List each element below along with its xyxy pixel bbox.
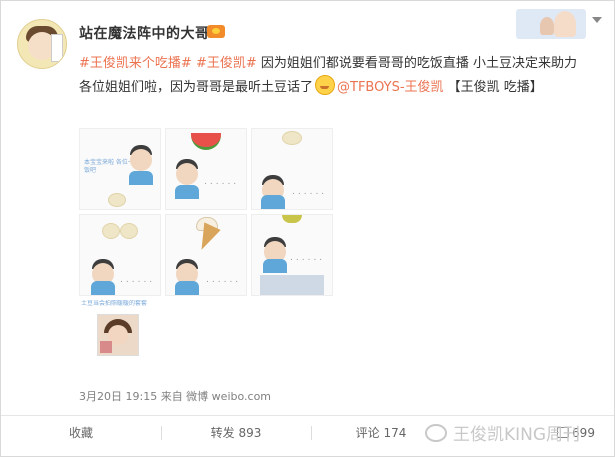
repost-button[interactable]: 转发 893 <box>161 416 311 450</box>
profile-banner-image <box>516 9 586 39</box>
photo-strip <box>260 275 324 295</box>
favorite-button[interactable]: 收藏 <box>1 416 161 450</box>
image-thumbnail[interactable]: 本宝宝来啦 各位一起吃个饭吧 <box>79 128 161 210</box>
thumb-dots: ...... <box>290 253 326 263</box>
post-link-text[interactable]: 【王俊凯 吃播】 <box>448 80 543 95</box>
watermark-text: 王俊凯KING周刊 <box>453 425 581 445</box>
vip-badge-icon[interactable] <box>207 25 225 38</box>
figure-shirt <box>261 195 285 209</box>
blush-emoji-icon <box>315 75 336 95</box>
image-thumbnail[interactable]: ...... <box>165 128 247 210</box>
thumb-caption: 土豆当会拍照暖暖的套套 <box>81 300 148 307</box>
food-image <box>120 223 138 239</box>
figure-shirt <box>263 259 287 273</box>
avatar-tag <box>51 34 63 62</box>
hashtag-link[interactable]: #王俊凯# <box>196 56 257 71</box>
banner-figure <box>540 17 554 35</box>
action-bar: 收藏 转发 893 评论 174 699 王俊凯KING周刊 <box>1 415 614 450</box>
figure-shirt <box>175 185 199 199</box>
mention-link[interactable]: @TFBOYS-王俊凯 <box>337 80 444 95</box>
watermark: 王俊凯KING周刊 <box>425 424 580 444</box>
post-meta[interactable]: 3月20日 19:15 来自 微博 weibo.com <box>79 388 271 404</box>
figure-shirt <box>175 281 199 295</box>
thumb-dots: ...... <box>292 187 328 197</box>
image-thumbnail[interactable]: ...... <box>251 214 333 296</box>
food-image <box>282 215 302 223</box>
food-image <box>282 131 302 145</box>
photo-image <box>97 314 139 356</box>
wechat-icon <box>425 424 447 442</box>
thumb-dots: ...... <box>206 275 242 285</box>
figure-shirt <box>91 281 115 295</box>
figure-shirt <box>129 171 153 185</box>
photo-sign <box>100 341 112 353</box>
post-text: #王俊凯来个吃播# #王俊凯# 因为姐姐们都说要看哥哥的吃饭直播 小土豆决定来助… <box>79 53 579 99</box>
hashtag-link[interactable]: #王俊凯来个吃播# <box>79 56 192 71</box>
thumb-dots: ...... <box>204 177 240 187</box>
username-link[interactable]: 站在魔法阵中的大哥 <box>79 23 210 43</box>
image-thumbnail[interactable]: ...... <box>79 214 161 296</box>
image-thumbnail[interactable]: 土豆当会拍照暖暖的套套 <box>79 300 159 358</box>
figure-face <box>130 149 152 171</box>
watermelon-image <box>191 133 221 150</box>
banner-figure <box>554 11 576 37</box>
chevron-down-icon[interactable] <box>592 17 602 23</box>
food-image <box>102 223 120 239</box>
image-thumbnail[interactable]: ...... <box>165 214 247 296</box>
avatar[interactable] <box>17 19 67 69</box>
figure-face <box>176 163 198 185</box>
image-thumbnail[interactable]: ...... <box>251 128 333 210</box>
food-image <box>108 193 126 207</box>
thumb-dots: ...... <box>120 275 156 285</box>
weibo-post-card: 站在魔法阵中的大哥 #王俊凯来个吃播# #王俊凯# 因为姐姐们都说要看哥哥的吃饭… <box>0 0 615 457</box>
